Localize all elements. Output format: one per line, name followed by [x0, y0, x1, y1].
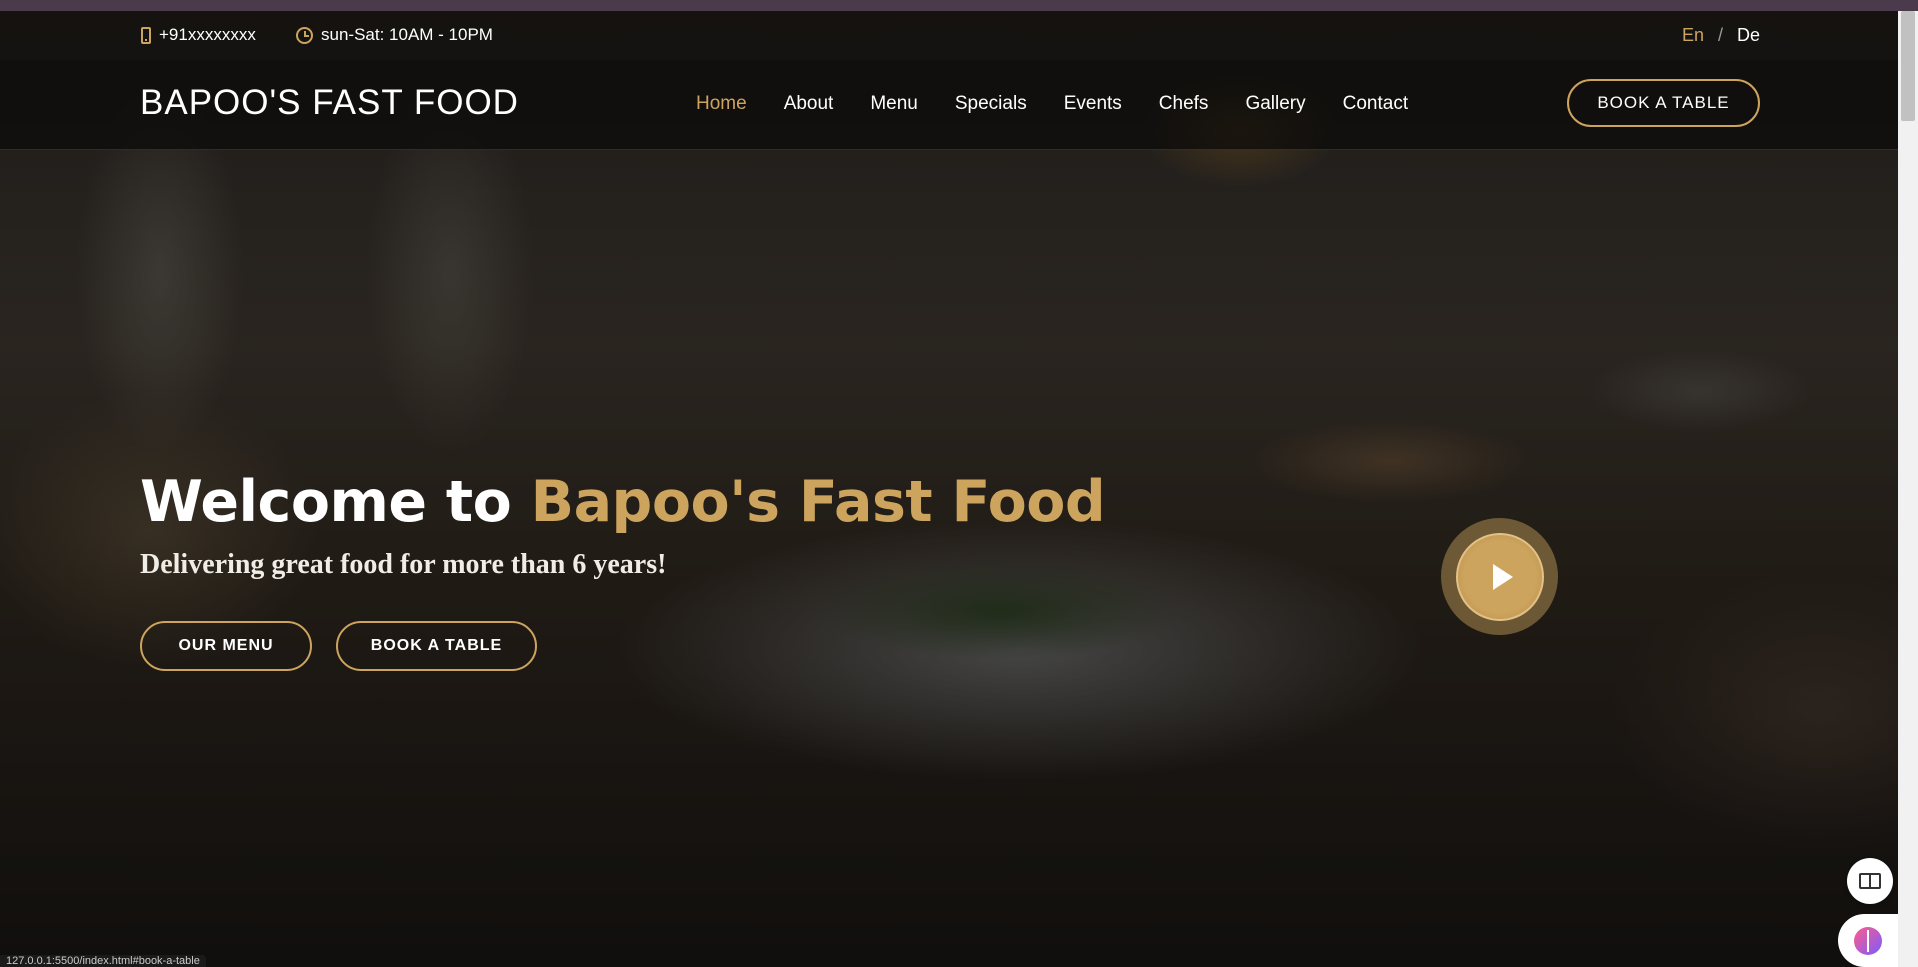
hours-text: sun-Sat: 10AM - 10PM	[321, 25, 493, 44]
opening-hours: sun-Sat: 10AM - 10PM	[296, 25, 493, 45]
nav-events[interactable]: Events	[1064, 93, 1122, 115]
scrollbar-thumb[interactable]	[1901, 11, 1915, 121]
hero-section: +91xxxxxxxx sun-Sat: 10AM - 10PM En / De…	[0, 11, 1898, 967]
main-nav: Home About Menu Specials Events Chefs Ga…	[696, 93, 1408, 115]
nav-contact[interactable]: Contact	[1343, 93, 1408, 115]
play-button-inner[interactable]	[1455, 532, 1544, 621]
page-scrollbar[interactable]	[1898, 11, 1918, 967]
lang-de-link[interactable]: De	[1737, 25, 1760, 46]
lang-separator: /	[1717, 25, 1723, 45]
site-logo[interactable]: BAPOO'S FAST FOOD	[140, 83, 519, 123]
nav-gallery[interactable]: Gallery	[1245, 93, 1305, 115]
ai-assistant-button[interactable]	[1838, 914, 1898, 967]
hero-title: Welcome to Bapoo's Fast Food	[140, 469, 1106, 535]
book-table-nav-button[interactable]: BOOK A TABLE	[1567, 79, 1760, 127]
book-table-hero-button[interactable]: BOOK A TABLE	[336, 621, 537, 671]
nav-chefs[interactable]: Chefs	[1159, 93, 1209, 115]
phone-text: +91xxxxxxxx	[159, 25, 256, 44]
nav-specials[interactable]: Specials	[955, 93, 1027, 115]
phone-icon	[141, 26, 151, 44]
play-icon	[1492, 563, 1513, 590]
nav-about[interactable]: About	[784, 93, 834, 115]
clock-icon	[296, 26, 313, 44]
contact-phone: +91xxxxxxxx	[141, 25, 256, 45]
main-navbar: BAPOO'S FAST FOOD Home About Menu Specia…	[0, 60, 1898, 150]
browser-top-strip	[0, 0, 1918, 11]
nav-menu[interactable]: Menu	[870, 93, 918, 115]
top-info-bar: +91xxxxxxxx sun-Sat: 10AM - 10PM En / De	[0, 11, 1898, 60]
hero-title-prefix: Welcome to	[140, 469, 531, 535]
our-menu-button[interactable]: OUR MENU	[140, 621, 312, 671]
status-url-bar: 127.0.0.1:5500/index.html#book-a-table	[0, 955, 206, 967]
lang-en-link[interactable]: En	[1682, 25, 1704, 46]
book-icon	[1859, 873, 1881, 889]
language-switcher: En / De	[1682, 25, 1760, 46]
nav-home[interactable]: Home	[696, 93, 747, 115]
brain-icon	[1854, 926, 1882, 955]
video-play-button[interactable]	[1441, 518, 1558, 635]
reader-mode-button[interactable]	[1847, 858, 1893, 904]
hero-tagline: Delivering great food for more than 6 ye…	[140, 549, 667, 580]
hero-title-brand: Bapoo's Fast Food	[530, 469, 1106, 535]
